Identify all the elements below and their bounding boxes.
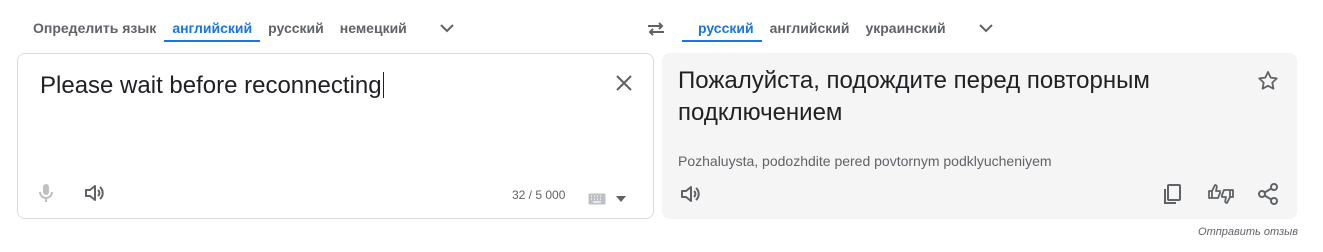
share-translation-button[interactable]	[1256, 182, 1280, 206]
tab-detect-language[interactable]: Определить язык	[17, 0, 164, 56]
tab-source-english[interactable]: английский	[164, 0, 261, 56]
send-feedback-link[interactable]: Отправить отзыв	[1198, 226, 1298, 238]
microphone-icon	[39, 184, 53, 202]
source-language-bar: Определить язык английский русский немец…	[17, 0, 654, 56]
target-language-bar: русский английский украинский	[682, 0, 1302, 56]
share-icon	[1258, 183, 1278, 205]
source-text-input[interactable]: Please wait before reconnecting	[40, 70, 384, 102]
translation-text: Пожалуйста, подождите перед повторным по…	[678, 67, 1150, 126]
tab-target-english[interactable]: английский	[762, 0, 858, 56]
voice-input-button[interactable]	[34, 181, 58, 205]
caret-down-icon	[616, 196, 626, 202]
more-target-languages-button[interactable]	[962, 0, 1010, 56]
tab-source-german[interactable]: немецкий	[332, 0, 415, 56]
swap-arrows-icon	[648, 22, 664, 36]
star-icon	[1258, 71, 1278, 90]
text-cursor	[382, 72, 384, 98]
speaker-icon	[85, 185, 104, 201]
swap-languages-button[interactable]	[636, 11, 676, 47]
translation-panel: Пожалуйста, подождите перед повторным по…	[662, 53, 1297, 219]
tab-source-russian[interactable]: русский	[260, 0, 332, 56]
rate-translation-button[interactable]	[1207, 182, 1235, 206]
tab-target-russian[interactable]: русский	[682, 0, 762, 56]
listen-source-button[interactable]	[82, 181, 106, 205]
chevron-down-icon	[440, 24, 454, 33]
chevron-down-icon	[978, 24, 993, 33]
tab-target-ukrainian[interactable]: украинский	[857, 0, 953, 56]
source-text-panel: Please wait before reconnecting 32 / 5 0…	[17, 53, 654, 219]
keyboard-input-button[interactable]	[588, 189, 632, 209]
character-counter: 32 / 5 000	[512, 188, 566, 202]
speaker-icon	[681, 186, 700, 202]
keyboard-icon	[588, 193, 606, 205]
clear-source-button[interactable]	[609, 68, 639, 98]
listen-translation-button[interactable]	[678, 182, 702, 206]
close-icon	[616, 75, 632, 91]
copy-icon	[1164, 184, 1181, 204]
transliteration-text: Pozhaluysta, podozhdite pered povtornym …	[678, 153, 1052, 169]
save-translation-button[interactable]	[1256, 69, 1280, 93]
source-text-value: Please wait before reconnecting	[40, 72, 382, 99]
copy-translation-button[interactable]	[1160, 182, 1184, 206]
more-source-languages-button[interactable]	[423, 0, 471, 56]
thumbs-up-down-icon	[1208, 184, 1234, 204]
